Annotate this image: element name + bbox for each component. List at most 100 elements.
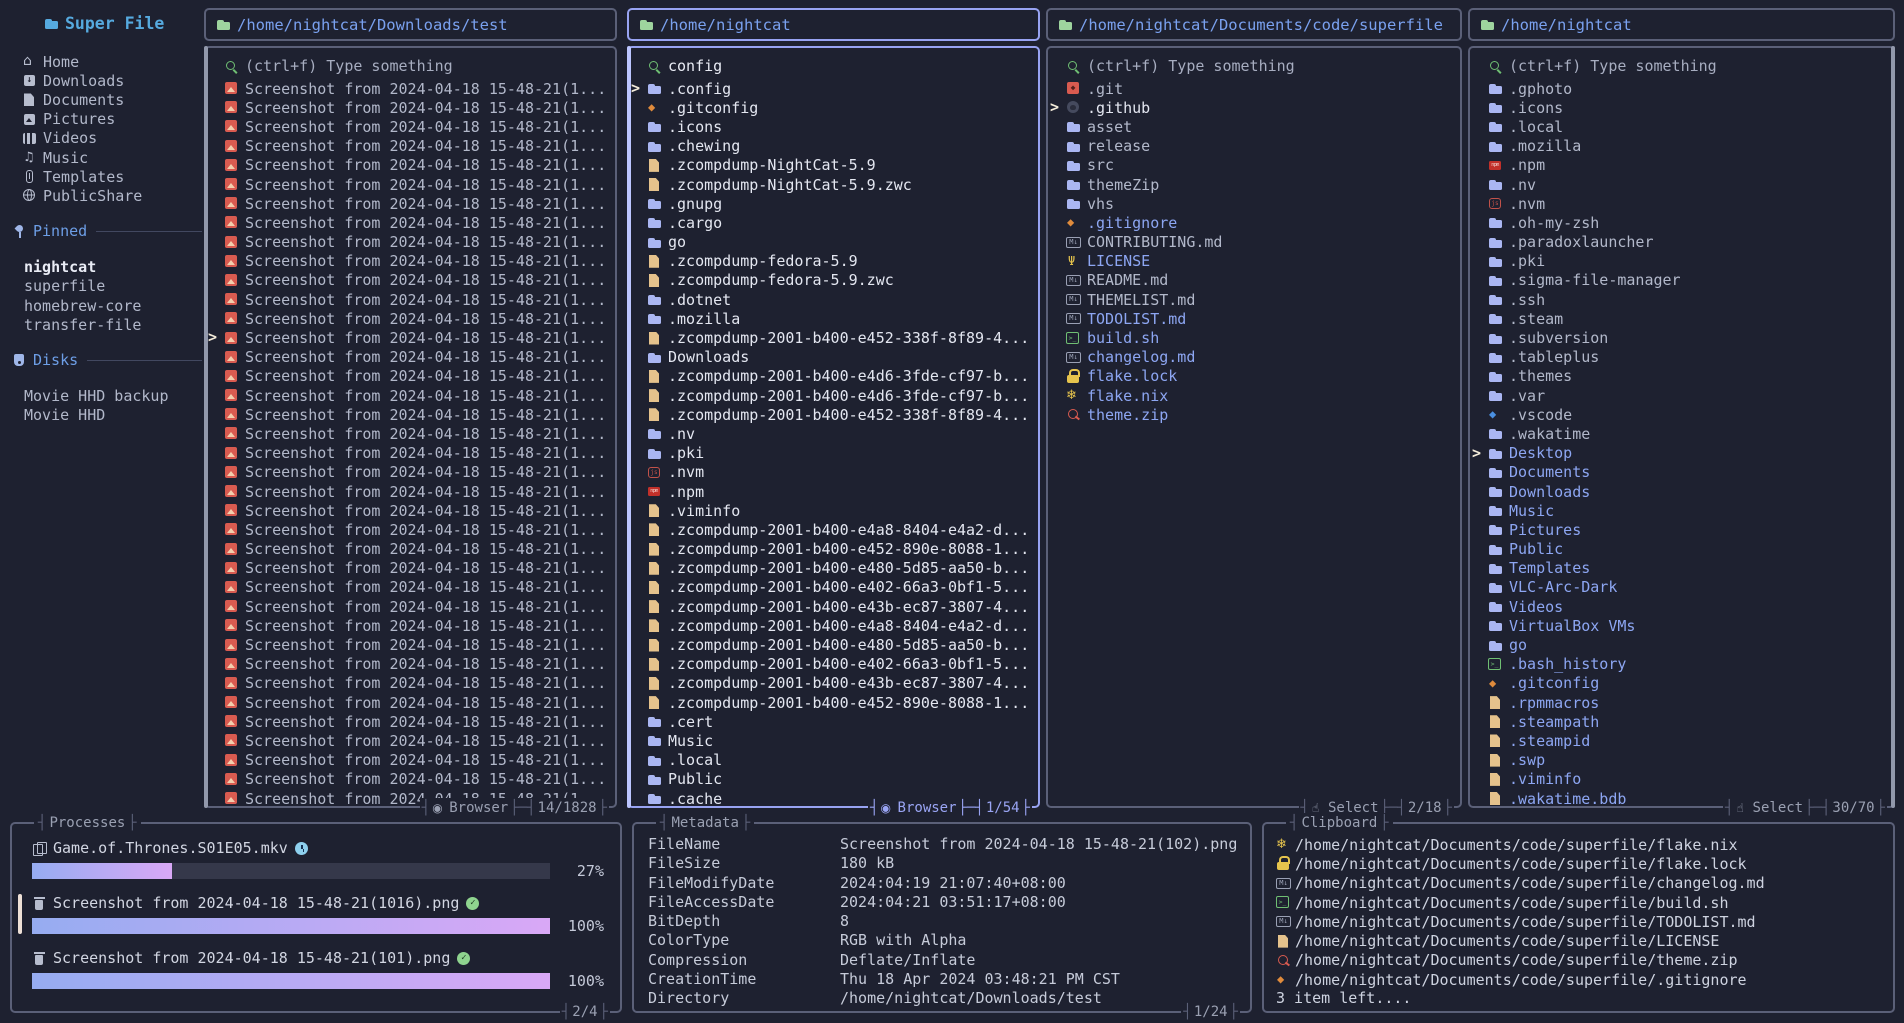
file-row[interactable]: .zcompdump-2001-b400-e4d6-3fde-cf97-b... [647, 367, 1030, 386]
file-row[interactable]: Screenshot from 2024-04-18 15-48-21(1... [224, 731, 607, 750]
file-row[interactable]: .nv [1488, 175, 1885, 194]
file-row[interactable]: Public [1488, 540, 1885, 559]
file-row[interactable]: .local [1488, 117, 1885, 136]
file-row[interactable]: .themes [1488, 367, 1885, 386]
disk-item[interactable]: Movie HHD backup [12, 387, 202, 406]
file-row[interactable]: Screenshot from 2024-04-18 15-48-21(1... [224, 751, 607, 770]
file-row[interactable]: .ssh [1488, 290, 1885, 309]
file-row[interactable]: .cargo [647, 213, 1030, 232]
file-row[interactable]: Screenshot from 2024-04-18 15-48-21(1... [224, 501, 607, 520]
file-row[interactable]: .git [1066, 79, 1452, 98]
file-row[interactable]: Screenshot from 2024-04-18 15-48-21(1... [224, 635, 607, 654]
file-row[interactable]: Screenshot from 2024-04-18 15-48-21(1... [224, 156, 607, 175]
file-row[interactable]: .steampath [1488, 712, 1885, 731]
file-row[interactable]: Desktop [1488, 444, 1885, 463]
file-row[interactable]: Screenshot from 2024-04-18 15-48-21(1... [224, 463, 607, 482]
file-row[interactable]: .subversion [1488, 328, 1885, 347]
file-row[interactable]: .zcompdump-2001-b400-e4a8-8404-e4a2-d... [647, 520, 1030, 539]
file-row[interactable]: Screenshot from 2024-04-18 15-48-21(1... [224, 424, 607, 443]
file-row[interactable]: CONTRIBUTING.md [1066, 233, 1452, 252]
file-row[interactable]: Screenshot from 2024-04-18 15-48-21(1... [224, 98, 607, 117]
sidebar-item[interactable]: PublicShare [12, 186, 202, 205]
file-row[interactable]: README.md [1066, 271, 1452, 290]
file-row[interactable]: .npm [1488, 156, 1885, 175]
file-row[interactable]: Screenshot from 2024-04-18 15-48-21(1... [224, 213, 607, 232]
file-row[interactable]: .zcompdump-2001-b400-e480-5d85-aa50-b... [647, 635, 1030, 654]
panel-1-path-bar[interactable]: /home/nightcat/Downloads/test [204, 8, 617, 41]
file-row[interactable]: go [647, 233, 1030, 252]
file-row[interactable]: Screenshot from 2024-04-18 15-48-21(1... [224, 616, 607, 635]
file-row[interactable]: .zcompdump-2001-b400-e4a8-8404-e4a2-d... [647, 616, 1030, 635]
file-row[interactable]: .zcompdump-2001-b400-e452-338f-8f89-4... [647, 405, 1030, 424]
file-row[interactable]: Public [647, 770, 1030, 789]
file-row[interactable]: vhs [1066, 194, 1452, 213]
file-row[interactable]: .nvm [1488, 194, 1885, 213]
file-row[interactable]: .steampid [1488, 731, 1885, 750]
file-row[interactable]: Downloads [1488, 482, 1885, 501]
panel-1-search-bar[interactable]: (ctrl+f) Type something [224, 55, 607, 77]
file-row[interactable]: Screenshot from 2024-04-18 15-48-21(1... [224, 674, 607, 693]
sidebar-item[interactable]: Music [12, 148, 202, 167]
pinned-item[interactable]: homebrew-core [12, 296, 202, 315]
file-row[interactable]: Screenshot from 2024-04-18 15-48-21(1... [224, 655, 607, 674]
file-row[interactable]: Screenshot from 2024-04-18 15-48-21(1... [224, 328, 607, 347]
file-row[interactable]: .pki [1488, 252, 1885, 271]
file-row[interactable]: .gitignore [1066, 213, 1452, 232]
file-row[interactable]: .zcompdump-fedora-5.9.zwc [647, 271, 1030, 290]
file-row[interactable]: .tableplus [1488, 348, 1885, 367]
file-row[interactable]: .viminfo [1488, 770, 1885, 789]
process-item[interactable]: Screenshot from 2024-04-18 15-48-21(1016… [32, 893, 604, 935]
file-row[interactable]: Screenshot from 2024-04-18 15-48-21(1... [224, 405, 607, 424]
pinned-item[interactable]: transfer-file [12, 315, 202, 334]
panel-3-path-bar[interactable]: /home/nightcat/Documents/code/superfile [1046, 8, 1462, 41]
file-row[interactable]: .config [647, 79, 1030, 98]
sidebar-item[interactable]: Downloads [12, 71, 202, 90]
process-item[interactable]: Screenshot from 2024-04-18 15-48-21(101)… [32, 948, 604, 990]
file-row[interactable]: .gnupg [647, 194, 1030, 213]
file-row[interactable]: .dotnet [647, 290, 1030, 309]
panel-3-search-bar[interactable]: (ctrl+f) Type something [1066, 55, 1452, 77]
file-row[interactable]: Pictures [1488, 520, 1885, 539]
file-row[interactable]: Screenshot from 2024-04-18 15-48-21(1... [224, 367, 607, 386]
panel-2-path-bar[interactable]: /home/nightcat [627, 8, 1040, 41]
file-row[interactable]: VirtualBox VMs [1488, 616, 1885, 635]
file-row[interactable]: Screenshot from 2024-04-18 15-48-21(1... [224, 597, 607, 616]
file-row[interactable]: .nv [647, 424, 1030, 443]
file-row[interactable]: .mozilla [647, 309, 1030, 328]
file-row[interactable]: LICENSE [1066, 252, 1452, 271]
file-row[interactable]: go [1488, 635, 1885, 654]
file-row[interactable]: Screenshot from 2024-04-18 15-48-21(1... [224, 233, 607, 252]
file-row[interactable]: .rpmmacros [1488, 693, 1885, 712]
file-row[interactable]: .vscode [1488, 405, 1885, 424]
file-row[interactable]: Screenshot from 2024-04-18 15-48-21(1... [224, 444, 607, 463]
file-row[interactable]: .mozilla [1488, 137, 1885, 156]
panel-1-file-list[interactable]: (ctrl+f) Type something Screenshot from … [204, 46, 617, 808]
sidebar-item[interactable]: Home [12, 52, 202, 71]
file-row[interactable]: Templates [1488, 559, 1885, 578]
file-row[interactable]: .zcompdump-2001-b400-e402-66a3-0bf1-5... [647, 655, 1030, 674]
sidebar-item[interactable]: Pictures [12, 110, 202, 129]
sidebar-item[interactable]: Templates [12, 167, 202, 186]
file-row[interactable]: .zcompdump-2001-b400-e452-890e-8088-1... [647, 540, 1030, 559]
file-row[interactable]: Screenshot from 2024-04-18 15-48-21(1... [224, 540, 607, 559]
file-row[interactable]: .zcompdump-2001-b400-e480-5d85-aa50-b... [647, 559, 1030, 578]
file-row[interactable]: VLC-Arc-Dark [1488, 578, 1885, 597]
file-row[interactable]: Music [1488, 501, 1885, 520]
file-row[interactable]: .npm [647, 482, 1030, 501]
file-row[interactable]: .pki [647, 444, 1030, 463]
file-row[interactable]: .zcompdump-2001-b400-e43b-ec87-3807-4... [647, 674, 1030, 693]
file-row[interactable]: .github [1066, 98, 1452, 117]
file-row[interactable]: .viminfo [647, 501, 1030, 520]
file-row[interactable]: Screenshot from 2024-04-18 15-48-21(1... [224, 520, 607, 539]
sidebar-item[interactable]: Videos [12, 129, 202, 148]
file-row[interactable]: .icons [1488, 98, 1885, 117]
file-row[interactable]: .cert [647, 712, 1030, 731]
file-row[interactable]: asset [1066, 117, 1452, 136]
file-row[interactable]: Music [647, 731, 1030, 750]
file-row[interactable]: Screenshot from 2024-04-18 15-48-21(1... [224, 482, 607, 501]
file-row[interactable]: .chewing [647, 137, 1030, 156]
file-row[interactable]: changelog.md [1066, 348, 1452, 367]
file-row[interactable]: .gitconfig [1488, 674, 1885, 693]
file-row[interactable]: Screenshot from 2024-04-18 15-48-21(1... [224, 386, 607, 405]
file-row[interactable]: Screenshot from 2024-04-18 15-48-21(1... [224, 693, 607, 712]
